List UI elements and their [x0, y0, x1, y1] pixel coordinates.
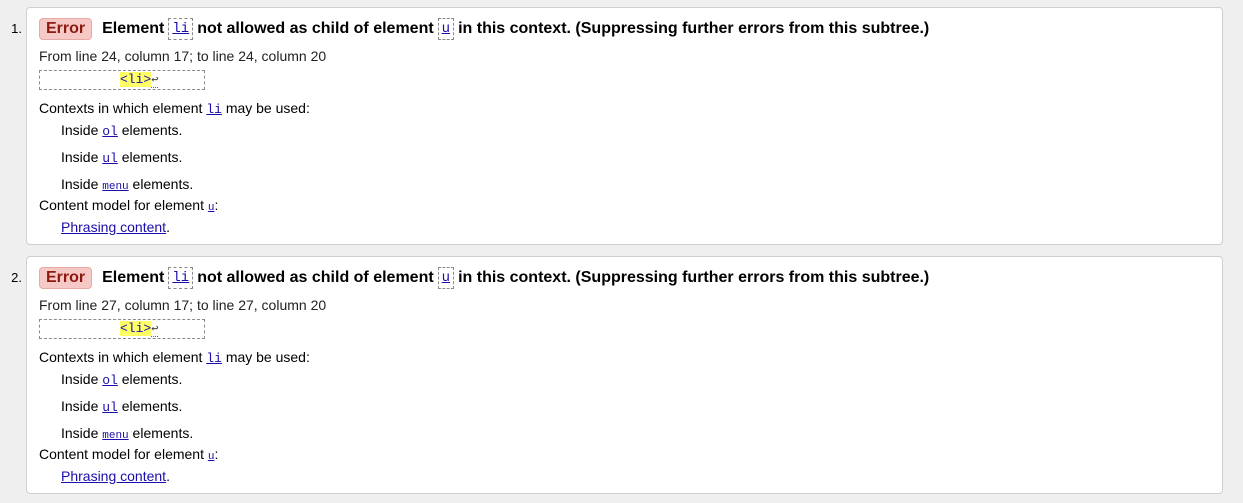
child-element-link[interactable]: li — [168, 18, 194, 40]
contexts-label-suffix: may be used: — [225, 349, 310, 365]
content-model-prefix: Content model for element — [39, 197, 204, 213]
error-message: Error Element li not allowed as child of… — [39, 266, 929, 290]
context-prefix: Inside — [61, 398, 99, 414]
error-message: Error Element li not allowed as child of… — [39, 17, 929, 41]
contexts-label: Contexts in which element li may be used… — [39, 349, 310, 366]
context-item: Inside menu elements. — [61, 176, 193, 193]
extract-highlight: <li> — [120, 321, 152, 336]
content-model-label: Content model for element u: — [39, 446, 218, 463]
context-item: Inside ul elements. — [61, 398, 182, 415]
content-model-suffix: : — [214, 197, 219, 213]
context-element-link-ul[interactable]: ul — [102, 151, 118, 166]
contexts-label-suffix: may be used: — [225, 100, 310, 116]
context-suffix: elements. — [121, 122, 183, 138]
context-element-link-menu[interactable]: menu — [102, 181, 128, 193]
parent-element-link[interactable]: u — [437, 18, 455, 40]
source-extract: <li>↩ — [39, 319, 205, 339]
newline-icon: ↩ — [151, 322, 159, 337]
context-suffix: elements. — [132, 176, 194, 192]
context-prefix: Inside — [61, 371, 99, 387]
phrasing-content-link[interactable]: Phrasing content — [61, 468, 166, 484]
error-badge: Error — [39, 267, 93, 289]
context-prefix: Inside — [61, 122, 99, 138]
phrasing-content-link[interactable]: Phrasing content — [61, 219, 166, 235]
contexts-element-link[interactable]: li — [206, 351, 222, 366]
error-number: 1. — [11, 21, 22, 36]
error-card: Error Element li not allowed as child of… — [26, 7, 1223, 245]
extract-code: <li>↩ — [120, 320, 159, 338]
context-element-link-menu[interactable]: menu — [102, 430, 128, 442]
contexts-label-prefix: Contexts in which element — [39, 349, 203, 365]
message-middle: not allowed as child of element — [197, 20, 434, 37]
context-item: Inside menu elements. — [61, 425, 193, 442]
context-item: Inside ul elements. — [61, 149, 182, 166]
content-model-link-suffix: . — [166, 468, 170, 484]
context-element-link-ul[interactable]: ul — [102, 400, 118, 415]
error-badge: Error — [39, 18, 93, 40]
context-suffix: elements. — [132, 425, 194, 441]
location-info: From line 27, column 17; to line 27, col… — [39, 297, 327, 313]
context-prefix: Inside — [61, 149, 99, 165]
context-item: Inside ol elements. — [61, 371, 182, 388]
context-item: Inside ol elements. — [61, 122, 182, 139]
context-suffix: elements. — [121, 149, 183, 165]
content-model-link-suffix: . — [166, 219, 170, 235]
content-model-item: Phrasing content. — [61, 219, 170, 235]
context-element-link-ol[interactable]: ol — [102, 373, 118, 388]
error-number: 2. — [11, 270, 22, 285]
message-prefix: Element — [102, 20, 165, 37]
context-prefix: Inside — [61, 176, 99, 192]
contexts-label: Contexts in which element li may be used… — [39, 100, 310, 117]
content-model-suffix: : — [214, 446, 219, 462]
context-suffix: elements. — [121, 398, 183, 414]
child-element-link[interactable]: li — [168, 267, 194, 289]
context-prefix: Inside — [61, 425, 99, 441]
contexts-label-prefix: Contexts in which element — [39, 100, 203, 116]
error-card: Error Element li not allowed as child of… — [26, 256, 1223, 494]
contexts-element-link[interactable]: li — [206, 102, 222, 117]
message-suffix: in this context. (Suppressing further er… — [458, 269, 930, 286]
message-suffix: in this context. (Suppressing further er… — [458, 20, 930, 37]
location-info: From line 24, column 17; to line 24, col… — [39, 48, 327, 64]
content-model-label: Content model for element u: — [39, 197, 218, 214]
parent-element-link[interactable]: u — [437, 267, 455, 289]
content-model-prefix: Content model for element — [39, 446, 204, 462]
newline-icon: ↩ — [151, 73, 159, 88]
content-model-item: Phrasing content. — [61, 468, 170, 484]
extract-code: <li>↩ — [120, 71, 159, 89]
message-prefix: Element — [102, 269, 165, 286]
context-element-link-ol[interactable]: ol — [102, 124, 118, 139]
context-suffix: elements. — [121, 371, 183, 387]
source-extract: <li>↩ — [39, 70, 205, 90]
extract-highlight: <li> — [120, 72, 152, 87]
message-middle: not allowed as child of element — [197, 269, 434, 286]
